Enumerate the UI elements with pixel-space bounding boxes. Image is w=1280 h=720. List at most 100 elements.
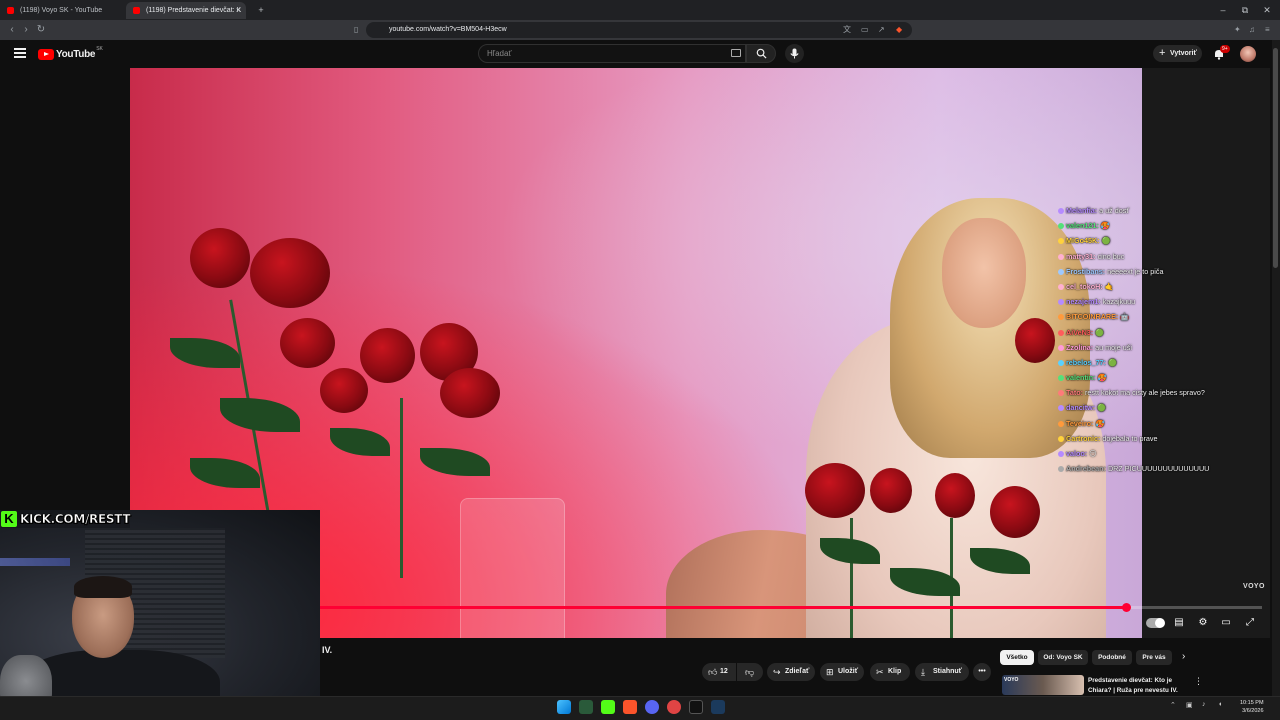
bookmark-icon[interactable]: ▯ [354,22,358,38]
maximize-button[interactable]: ⧉ [1233,2,1257,18]
url-field[interactable]: youtube.com/watch?v=BM504-H3ecw [366,22,912,38]
brave-browser-icon[interactable] [623,700,637,714]
minimize-button[interactable]: – [1211,2,1235,18]
settings-gear-icon[interactable]: ⚙ [1195,616,1211,630]
app-icon[interactable] [667,700,681,714]
share-button[interactable]: ↪ Zdieľať [767,663,815,681]
tray-chevron-icon[interactable]: ⌃ [1170,701,1176,709]
screenshot-icon[interactable]: ▭ [861,22,869,38]
recommended-more-icon[interactable]: ⋮ [1194,676,1203,687]
chat-message: MiGo45K: 🟢 [1058,233,1248,248]
progress-bar[interactable] [320,603,1262,612]
rose-leaf [420,448,490,476]
rose [870,468,912,513]
streamer-hair [74,576,132,598]
share-page-icon[interactable]: ↗ [878,22,885,38]
fullscreen-icon[interactable]: ⤢ [1242,616,1258,630]
brave-shield-icon[interactable]: ◆ [896,22,902,38]
reload-icon[interactable]: ↻ [33,22,49,38]
youtube-favicon-icon [7,7,14,14]
taskbar-clock[interactable]: 10:15 PM 3/6/2026 [1240,699,1264,715]
xbox-app-icon[interactable] [579,700,593,714]
share-label: Zdieľať [785,668,810,675]
rose-leaf [330,428,390,456]
download-button[interactable]: ⤓ Stiahnuť [915,663,969,681]
chat-badge-icon [1058,375,1064,382]
translate-icon[interactable]: 文 [843,22,851,38]
chat-message: matty31: cino buc [1058,249,1248,264]
save-button[interactable]: ⊞ Uložiť [820,663,864,681]
keyboard-icon[interactable] [731,49,741,57]
save-label: Uložiť [838,668,859,675]
chat-message: cel_tokoH: 🤙 [1058,279,1248,294]
chat-message: AiVeN3: 🟢 [1058,325,1248,340]
chat-text: 😶 [1089,449,1097,459]
theater-mode-icon[interactable]: ▭ [1218,616,1234,630]
start-menu-icon[interactable] [557,700,571,714]
x-app-icon[interactable] [689,700,703,714]
clip-label: Klip [888,668,902,675]
chat-overlay: Melanfia: a už dosť valen121: 🥵 MiGo45K: 🟢… [1058,203,1248,476]
more-actions-button[interactable]: ••• [973,663,991,681]
kick-app-icon[interactable] [601,700,615,714]
rose-leaf [190,458,260,488]
chat-username: Cartronic: [1066,433,1103,443]
recommended-video-title[interactable]: Predstavenie dievčat: Kto je Chiara? | R… [1088,676,1188,695]
rose-leaf [220,398,300,432]
chat-badge-icon [1058,390,1064,397]
rose [320,368,368,413]
tray-network-icon[interactable]: ▣ [1186,701,1193,709]
chat-badge-icon [1058,208,1064,214]
extensions-icon[interactable]: ✦ [1234,22,1241,38]
chat-badge-icon [1058,268,1064,275]
page-scrollbar[interactable] [1272,40,1280,696]
youtube-logo[interactable]: YouTube SK [38,46,103,60]
chat-badge-icon [1058,344,1064,351]
dislike-button[interactable]: 👎︎ [737,663,763,681]
account-avatar[interactable] [1240,46,1256,62]
autoplay-toggle[interactable] [1146,618,1165,628]
chip-all[interactable]: Všetko [1000,650,1034,665]
close-tab-icon[interactable]: × [236,2,241,19]
scrollbar-thumb[interactable] [1273,48,1278,268]
chat-text: DRZ PICUUUUUUUUUUUUUU [1107,464,1210,474]
tab-voyo-sk[interactable]: (1198) Voyo SK - YouTube [0,2,124,19]
chip-for-you[interactable]: Pre vás [1136,650,1172,665]
subtitles-icon[interactable]: ▤ [1171,616,1187,630]
tray-volume-icon[interactable]: ◖ [1218,701,1222,708]
search-input[interactable]: Hľadať [478,44,746,63]
chat-username: valentin: [1066,373,1098,383]
clip-button[interactable]: ✂ Klip [870,663,910,681]
voice-search-button[interactable] [785,44,804,63]
steam-icon[interactable] [711,700,725,714]
chat-badge-icon [1058,238,1064,245]
close-window-button[interactable]: ✕ [1255,2,1279,18]
chat-badge-icon [1058,253,1064,260]
media-icon[interactable]: ♫ [1249,22,1255,38]
search-button[interactable] [746,44,776,63]
like-button[interactable]: 👍︎ 12 [702,663,736,681]
create-button[interactable]: + Vytvoriť [1153,45,1202,62]
person-face [942,218,1026,328]
player-letterbox-left [0,68,130,510]
chip-from-voyo[interactable]: Od: Voyo SK [1038,650,1088,665]
chip-related[interactable]: Podobné [1092,650,1132,665]
kick-logo-icon: K [1,511,17,527]
chat-badge-icon [1058,223,1064,230]
chat-username: nezajem1: [1066,297,1103,307]
hamburger-menu-icon[interactable] [14,48,26,58]
browser-tab-strip: (1198) Voyo SK - YouTube (1198) Predstav… [0,0,1280,20]
tab-current-video[interactable]: (1198) Predstavenie dievčat: K × [126,2,246,19]
save-icon: ⊞ [826,667,834,677]
new-tab-button[interactable]: + [249,2,273,18]
rose [990,486,1040,538]
discord-icon[interactable] [645,700,659,714]
forward-icon[interactable]: › [18,22,34,38]
browser-menu-icon[interactable]: ≡ [1265,22,1270,38]
plus-icon: + [1159,47,1166,59]
chat-text: 🥵 [1095,418,1105,428]
streamer-webcam [0,510,320,720]
chat-username: Andrebean: [1066,464,1108,474]
tray-mic-icon[interactable]: ♪ [1202,701,1206,708]
chips-next-chevron-icon[interactable]: › [1182,651,1185,662]
